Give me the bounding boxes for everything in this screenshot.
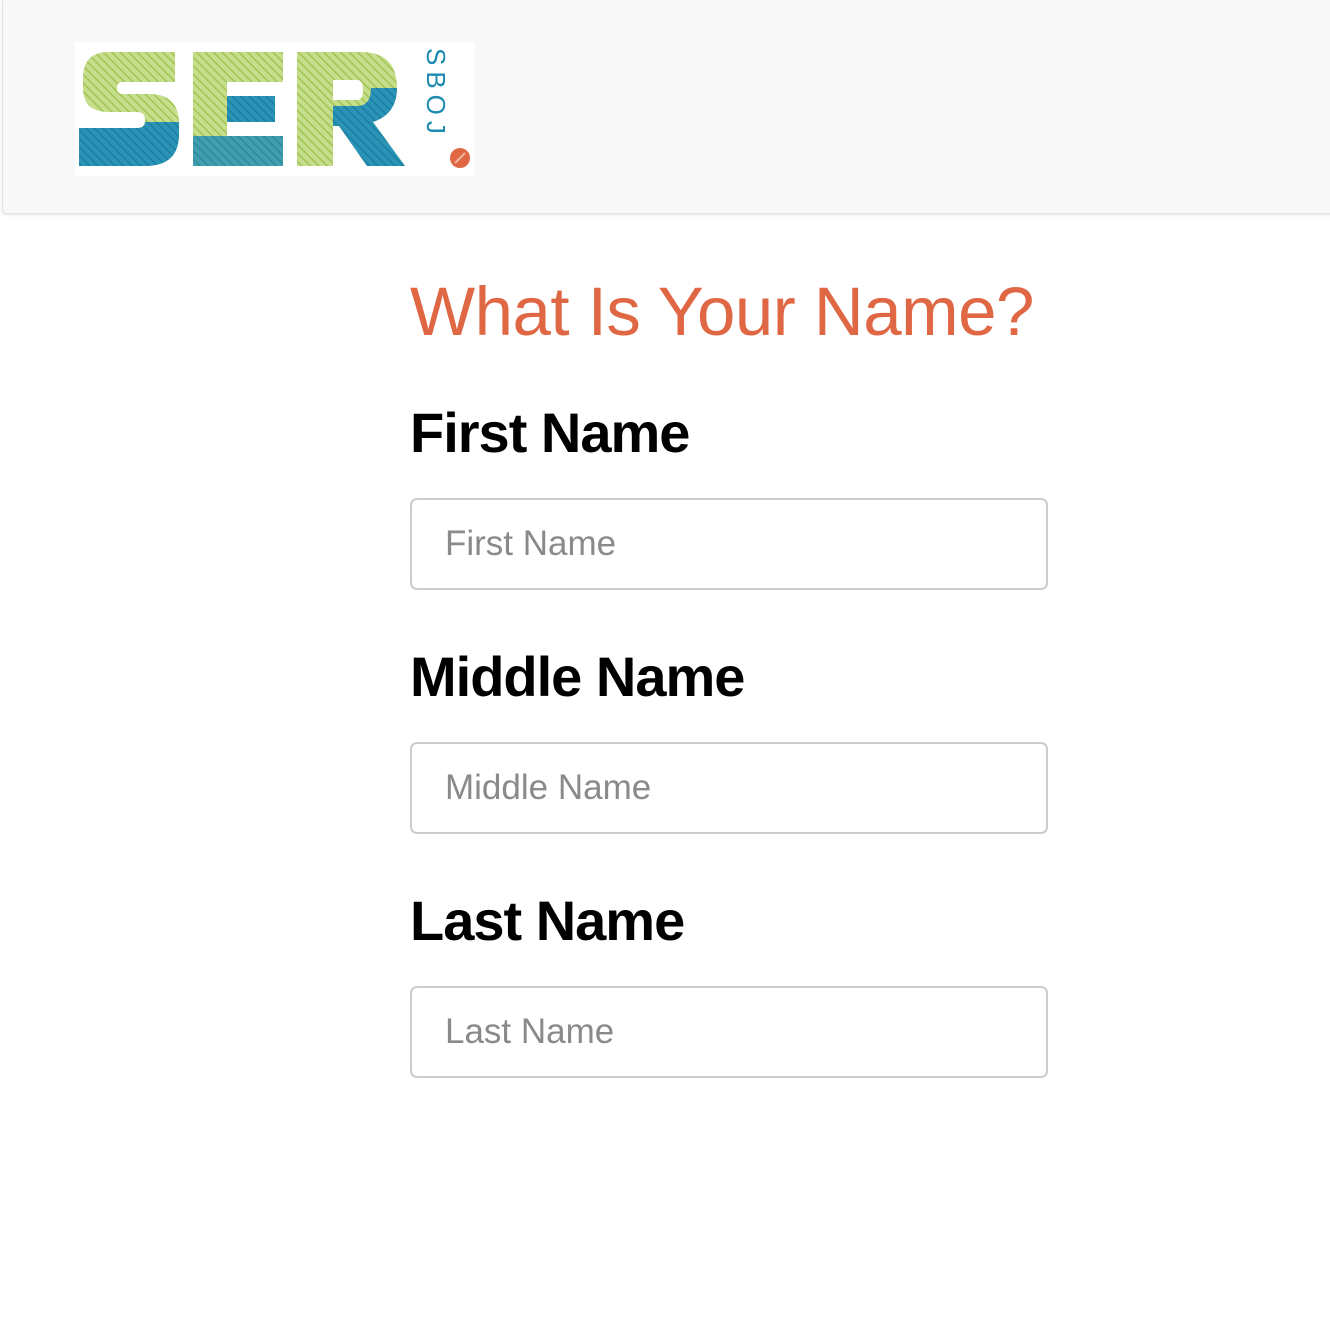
logo-jobs-text: SBOJ [421, 48, 451, 140]
first-name-label: First Name [410, 401, 690, 464]
logo-letter-e [193, 52, 283, 166]
logo-graphic: SBOJ [79, 48, 470, 168]
top-header: SBOJ [2, 0, 1330, 214]
ser-jobs-logo[interactable]: SBOJ [75, 42, 475, 176]
middle-name-label: Middle Name [410, 645, 745, 708]
first-name-input[interactable] [410, 498, 1048, 590]
last-name-input[interactable] [410, 986, 1048, 1078]
svg-text:SBOJ: SBOJ [421, 48, 451, 140]
logo-letter-r [297, 52, 405, 166]
page-title: What Is Your Name? [410, 273, 1034, 350]
last-name-label: Last Name [410, 889, 685, 952]
logo-letter-s [79, 52, 179, 166]
middle-name-input[interactable] [410, 742, 1048, 834]
